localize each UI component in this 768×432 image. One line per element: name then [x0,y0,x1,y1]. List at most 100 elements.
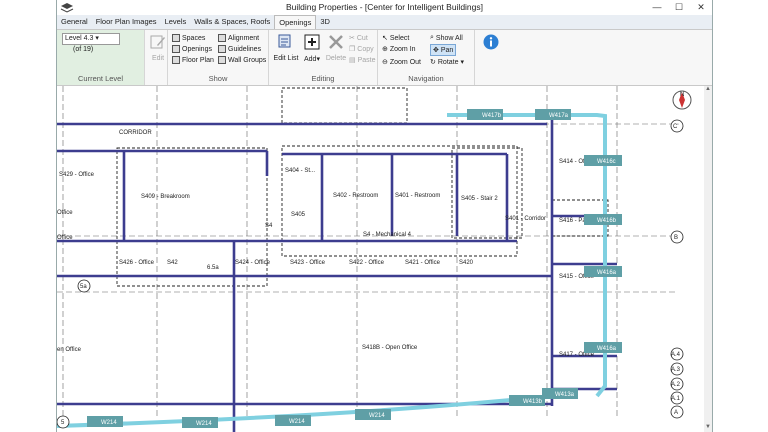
walls [57,114,617,432]
show-openings-label: Openings [182,45,212,53]
room-label: S422 - Office [349,260,385,266]
tab-3d[interactable]: 3D [316,15,334,29]
show-all-button[interactable]: ⌕ Show All [430,33,463,43]
minimize-button[interactable]: — [646,0,668,15]
copy-button[interactable]: ❐ Copy [349,44,374,54]
close-button[interactable]: ✕ [690,0,712,15]
show-group-label: Show [208,74,228,83]
ribbon-tabs: General Floor Plan Images Levels Walls &… [57,15,712,30]
room-label: en Office [57,347,82,353]
navigation-group-label: Navigation [408,74,444,83]
rotate-button[interactable]: ↻ Rotate ▾ [430,57,464,67]
rotate-icon: ↻ [430,59,436,66]
zoom-in-button[interactable]: ⊕ Zoom In [382,44,416,54]
checkbox-icon [218,45,226,53]
room-label: S401 - Corridor [505,216,546,222]
checkbox-icon [218,56,226,64]
show-spaces-label: Spaces [182,34,206,42]
tab-levels[interactable]: Levels [161,15,191,29]
window-tags: W417b W417a W416c W416b W416a W416a W413… [87,109,622,428]
window-tag: W413b [523,399,543,405]
glazing [57,113,607,428]
grid-label: C' [673,124,678,130]
window-title: Building Properties - [Center for Intell… [285,2,484,12]
maximize-button[interactable]: ☐ [668,0,690,15]
room-label: S401 - Restroom [395,193,440,199]
scroll-down-arrow-icon[interactable]: ▼ [704,424,712,432]
room-label: S426 - Office [119,260,155,266]
copy-icon: ❐ [349,46,356,53]
ribbon: Level 4.3 ▾ (of 19) Current Level Edit S… [57,30,712,86]
tab-walls-spaces-roofs[interactable]: Walls & Spaces, Roofs [190,15,274,29]
edit-list-icon [278,34,291,48]
show-guidelines-toggle[interactable]: Guidelines [218,44,261,54]
show-spaces-toggle[interactable]: Spaces [172,33,205,43]
room-label: S423 - Office [290,260,326,266]
window-tag: W417b [482,113,502,119]
edit-list-button[interactable]: Edit List [273,33,299,62]
compass-label: N [680,92,684,98]
show-wall-groups-toggle[interactable]: Wall Groups [218,55,266,65]
select-button[interactable]: ↖ Select [382,33,409,43]
room-label: S4 - Mechanical 4 [363,232,412,238]
current-level-label: Current Level [77,74,124,83]
grid-label: A.3 [671,367,681,373]
pan-button[interactable]: ✥ Pan [430,44,457,56]
room-label: S429 - Office [59,172,95,178]
vertical-scrollbar[interactable]: ▲ ▼ [704,86,712,432]
room-label: S418B - Open Office [362,345,418,351]
window-tag: W214 [101,420,117,426]
grid-label: B [674,235,678,241]
scroll-up-arrow-icon[interactable]: ▲ [704,86,712,94]
zoom-in-icon: ⊕ [382,46,388,53]
show-floor-plan-label: Floor Plan [182,56,214,64]
room-label: S405 - Stair 2 [461,196,498,202]
tab-general[interactable]: General [57,15,92,29]
delete-button[interactable]: Delete [323,33,349,62]
room-label: S4 [265,223,273,229]
show-alignment-label: Alignment [228,34,260,42]
rotate-label: Rotate [437,58,459,66]
room-label: S405 [291,212,306,218]
paste-icon: ▤ [349,57,356,64]
show-floor-plan-toggle[interactable]: Floor Plan [172,55,214,65]
show-group: Spaces Openings Floor Plan Alignment Gui… [168,30,269,85]
window-tag: W214 [369,413,385,419]
room-label: S402 - Restroom [333,193,378,199]
compass-icon: N [672,90,692,110]
cut-button[interactable]: ✂ Cut [349,33,368,43]
tab-openings[interactable]: Openings [274,15,317,29]
level-selected: Level 4.3 [65,35,94,42]
chevron-down-icon: ▾ [95,35,99,42]
floor-plan-drawing: S429 - Office S409 - Breakroom S404 - St… [57,86,692,432]
room-label: CORRIDOR [119,130,152,136]
add-label: Add▾ [304,56,320,63]
show-all-label: Show All [435,34,463,42]
room-label: S404 - St... [285,168,315,174]
info-icon[interactable] [483,34,499,50]
app-window: Building Properties - [Center for Intell… [56,0,713,432]
delete-label: Delete [325,55,347,62]
window-tag: W413a [555,392,575,398]
window-tag: W417a [549,113,569,119]
editing-group: Edit List Add▾ Delete ✂ Cut ❐ Copy ▤ Paste … [269,30,378,85]
edit-list-label: Edit List [273,55,299,62]
room-label: S409 - Breakroom [141,194,190,200]
room-label: Office [57,235,73,241]
window-tag: W416a [597,346,617,352]
cut-label: Cut [356,34,368,42]
zoom-out-button[interactable]: ⊖ Zoom Out [382,57,421,67]
zoom-out-icon: ⊖ [382,59,388,66]
paste-button[interactable]: ▤ Paste [349,55,376,65]
tab-floor-plan-images[interactable]: Floor Plan Images [92,15,161,29]
level-dropdown[interactable]: Level 4.3 ▾ [62,33,120,45]
pan-arrows-icon: ✥ [433,47,439,54]
add-button[interactable]: Add▾ [299,33,325,63]
room-label: S421 - Office [405,260,441,266]
grid-label: A [674,410,678,416]
floor-plan-canvas[interactable]: S429 - Office S409 - Breakroom S404 - St… [57,86,712,432]
grid-label: A.4 [671,352,681,358]
room-label: S42 [167,260,178,266]
show-alignment-toggle[interactable]: Alignment [218,33,259,43]
show-openings-toggle[interactable]: Openings [172,44,212,54]
